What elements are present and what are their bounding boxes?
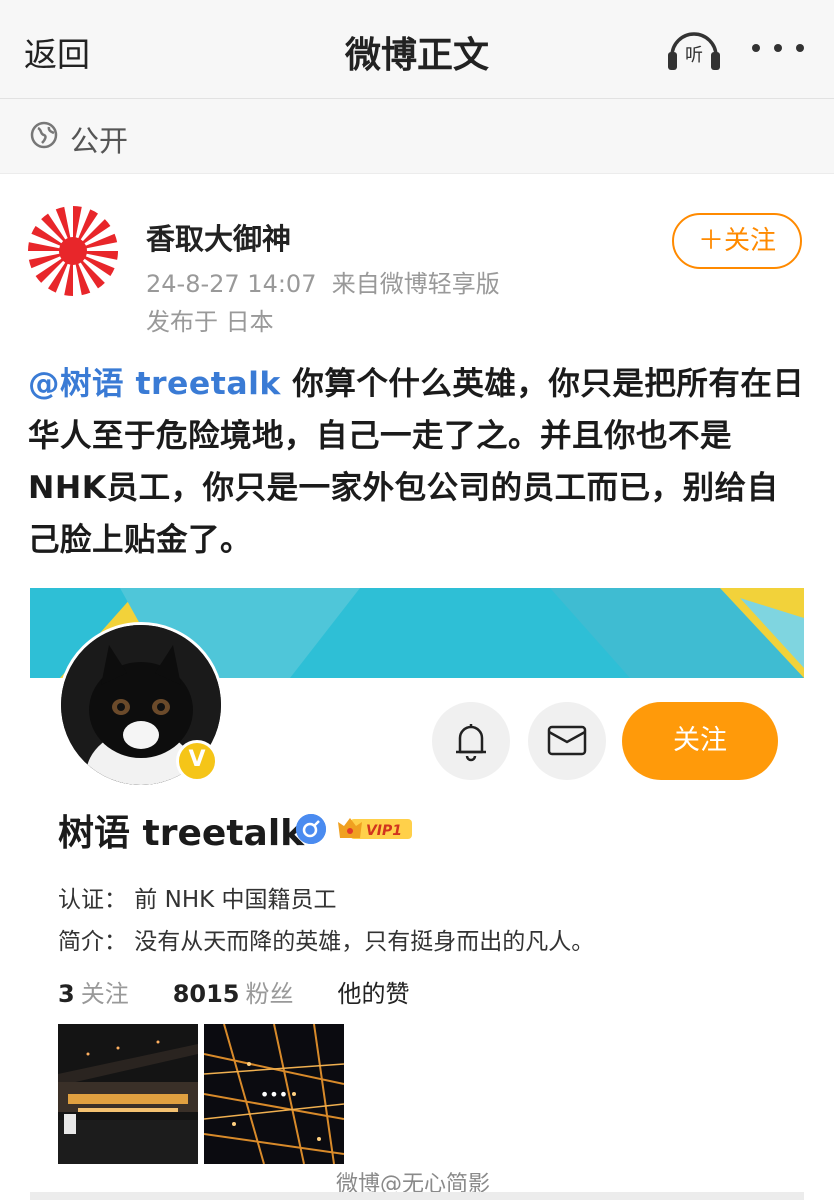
follow-profile-button[interactable]: 关注 — [622, 702, 778, 780]
post-timestamp: 24-8-27 14:07 — [146, 270, 317, 298]
verified-v-badge: V — [176, 740, 218, 782]
vip-label: VIP1 — [366, 823, 402, 839]
vip-badge-icon: VIP1 — [336, 814, 414, 844]
profile-name: 树语 treetalk — [58, 813, 305, 854]
verified-icon — [296, 814, 326, 844]
following-label: 关注 — [80, 980, 129, 1008]
more-photos-label: ••• — [260, 1085, 288, 1104]
photo-thumbnail[interactable]: ••• — [204, 1024, 344, 1164]
profile-card[interactable]: V 关注 树语 treetalk VIP1 认证： 前 NHK 中国籍员工 简介… — [30, 588, 804, 1200]
globe-icon — [30, 121, 58, 149]
followers-count[interactable]: 8015 — [173, 980, 240, 1008]
likes-link[interactable]: 他的赞 — [338, 980, 410, 1008]
certification-text: 认证： 前 NHK 中国籍员工 — [58, 887, 337, 913]
profile-stats: 3 关注 8015 粉丝 他的赞 — [58, 974, 410, 1009]
visibility-bar: 公开 — [0, 99, 834, 174]
card-bottom-divider — [30, 1192, 804, 1200]
bell-icon[interactable] — [432, 702, 510, 780]
post-source: 来自微博轻享版 — [331, 270, 500, 298]
post-meta: 24-8-27 14:07 来自微博轻享版 — [146, 264, 500, 299]
bio-text: 简介： 没有从天而降的英雄，只有挺身而出的凡人。 — [58, 929, 595, 955]
post-body: @树语 treetalk 你算个什么英雄，你只是把所有在日华人至于危险境地，自己… — [28, 358, 808, 566]
visibility-label: 公开 — [70, 124, 129, 158]
photo-thumbnail[interactable] — [58, 1024, 198, 1164]
follow-author-button[interactable]: ＋关注 — [672, 213, 802, 269]
listen-label: 听 — [685, 45, 703, 66]
mention-link[interactable]: @树语 treetalk — [28, 366, 281, 402]
author-avatar[interactable] — [28, 206, 118, 296]
top-nav-bar: 返回 微博正文 听 — [0, 0, 834, 99]
headphone-icon[interactable]: 听 — [666, 26, 722, 74]
message-icon[interactable] — [528, 702, 606, 780]
author-name[interactable]: 香取大御神 — [146, 216, 291, 258]
following-count[interactable]: 3 — [58, 980, 75, 1008]
more-dots-icon[interactable] — [752, 44, 804, 54]
followers-label: 粉丝 — [245, 980, 294, 1008]
post-location: 发布于 日本 — [146, 308, 274, 336]
